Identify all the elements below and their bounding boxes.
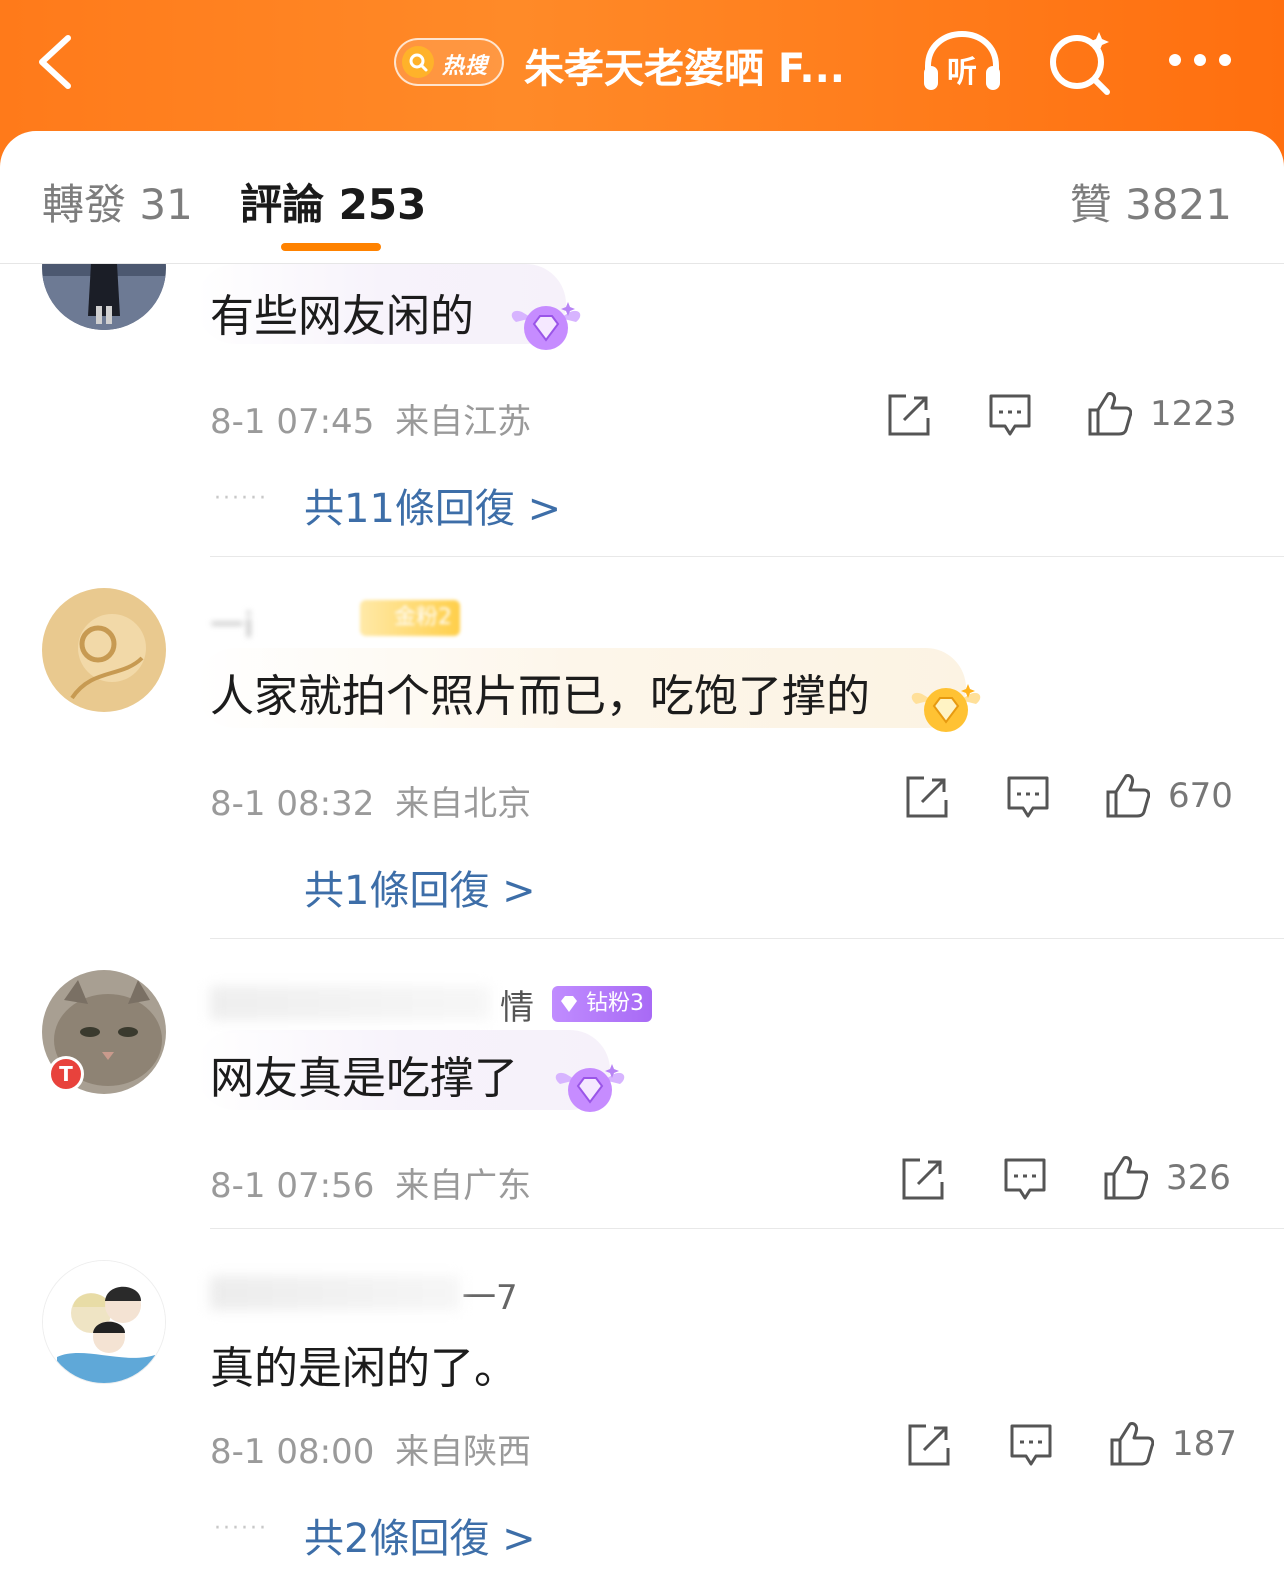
like-count: 187 bbox=[1172, 1424, 1237, 1464]
username[interactable]: 情 bbox=[500, 980, 534, 1029]
share-icon[interactable] bbox=[886, 392, 932, 438]
diamond-icon bbox=[561, 996, 577, 1012]
verified-badge-icon: T bbox=[48, 1056, 84, 1092]
comment-time: 8-1 07:45 bbox=[210, 402, 375, 442]
comment-time: 8-1 07:56 bbox=[210, 1166, 375, 1206]
tab-reposts-label: 轉發 bbox=[42, 180, 127, 229]
like-count: 1223 bbox=[1150, 394, 1237, 434]
username[interactable]: 一i bbox=[210, 598, 253, 647]
avatar[interactable] bbox=[42, 264, 166, 330]
search-button[interactable] bbox=[1045, 26, 1117, 98]
share-icon[interactable] bbox=[900, 1156, 946, 1202]
username[interactable]: 一7 bbox=[462, 1270, 518, 1319]
comment-time: 8-1 08:32 bbox=[210, 784, 375, 824]
comment-text: 真的是闲的了。 bbox=[210, 1343, 518, 1394]
reply-comment-icon[interactable] bbox=[1005, 774, 1051, 820]
listen-button[interactable]: 听 bbox=[920, 28, 1004, 94]
avatar[interactable] bbox=[42, 1260, 166, 1384]
comment-location: 来自广东 bbox=[395, 1166, 532, 1206]
divider bbox=[210, 1228, 1284, 1229]
like-thumb-icon[interactable] bbox=[1104, 772, 1150, 818]
view-replies-link[interactable]: 共1條回復 > bbox=[304, 858, 536, 916]
like-thumb-icon[interactable] bbox=[1086, 390, 1132, 436]
username-blurred bbox=[210, 986, 490, 1020]
gold-wing-icon bbox=[911, 684, 981, 732]
svg-text:听: 听 bbox=[947, 55, 977, 90]
hot-search-badge[interactable]: 热搜 bbox=[394, 38, 504, 86]
search-icon bbox=[402, 46, 434, 78]
divider bbox=[210, 556, 1284, 557]
comment-list: 有些网友闲的 8-1 07:45 来自江苏 1223 ······ 共11條回復… bbox=[0, 264, 1284, 1579]
avatar[interactable] bbox=[42, 588, 166, 712]
comment-text: 有些网友闲的 bbox=[210, 291, 474, 342]
tab-likes-count: 3821 bbox=[1125, 180, 1232, 229]
divider bbox=[210, 938, 1284, 939]
diamond-wing-icon bbox=[555, 1064, 625, 1112]
search-sparkle-icon bbox=[1050, 32, 1110, 95]
diamond-wing-icon bbox=[511, 302, 581, 350]
like-thumb-icon[interactable] bbox=[1102, 1154, 1148, 1200]
comment-meta: 8-1 07:56 来自广东 bbox=[210, 1158, 531, 1207]
tab-comments[interactable]: 評論 253 bbox=[240, 171, 426, 232]
back-button[interactable] bbox=[30, 30, 90, 94]
tab-likes-label: 贊 bbox=[1069, 180, 1112, 229]
like-thumb-icon[interactable] bbox=[1108, 1420, 1154, 1466]
tab-comments-label: 評論 bbox=[240, 180, 325, 229]
fan-level-badge: 金粉2 bbox=[360, 600, 460, 636]
active-tab-indicator bbox=[281, 243, 381, 251]
tab-reposts-count: 31 bbox=[139, 180, 193, 229]
tab-reposts[interactable]: 轉發 31 bbox=[42, 171, 193, 232]
comment-text: 人家就拍个照片而已，吃饱了撑的 bbox=[210, 671, 870, 722]
like-count: 670 bbox=[1168, 776, 1233, 816]
more-dots-icon bbox=[1169, 54, 1231, 66]
tab-bar: 轉發 31 評論 253 贊 3821 bbox=[0, 131, 1284, 264]
reply-comment-icon[interactable] bbox=[1008, 1422, 1054, 1468]
view-replies-link[interactable]: 共11條回復 > bbox=[304, 476, 561, 534]
more-button[interactable] bbox=[1165, 48, 1235, 72]
reply-comment-icon[interactable] bbox=[1002, 1156, 1048, 1202]
comment-location: 来自北京 bbox=[395, 784, 532, 824]
hot-search-label: 热搜 bbox=[442, 54, 489, 79]
replies-dots: ······ bbox=[214, 486, 268, 511]
comment-meta: 8-1 08:00 来自陕西 bbox=[210, 1424, 531, 1473]
reply-comment-icon[interactable] bbox=[987, 392, 1033, 438]
comment-location: 来自陕西 bbox=[395, 1432, 532, 1472]
comment-meta: 8-1 08:32 来自北京 bbox=[210, 776, 531, 825]
back-arrow-icon bbox=[39, 35, 71, 89]
comment-text: 网友真是吃撑了 bbox=[210, 1053, 518, 1104]
page-title: 朱孝天老婆晒 F... bbox=[524, 46, 845, 92]
comment-location: 来自江苏 bbox=[395, 402, 532, 442]
headphones-icon: 听 bbox=[924, 30, 1000, 90]
replies-dots: ······ bbox=[214, 1516, 268, 1541]
view-replies-link[interactable]: 共2條回復 > bbox=[304, 1506, 536, 1564]
comment-meta: 8-1 07:45 来自江苏 bbox=[210, 394, 531, 443]
fan-level-badge: 钻粉3 bbox=[552, 986, 652, 1022]
share-icon[interactable] bbox=[906, 1422, 952, 1468]
tab-comments-count: 253 bbox=[338, 180, 427, 229]
like-count: 326 bbox=[1166, 1158, 1231, 1198]
tab-likes[interactable]: 贊 3821 bbox=[1070, 171, 1232, 232]
comment-time: 8-1 08:00 bbox=[210, 1432, 375, 1472]
share-icon[interactable] bbox=[904, 774, 950, 820]
username-blurred bbox=[210, 1276, 460, 1310]
